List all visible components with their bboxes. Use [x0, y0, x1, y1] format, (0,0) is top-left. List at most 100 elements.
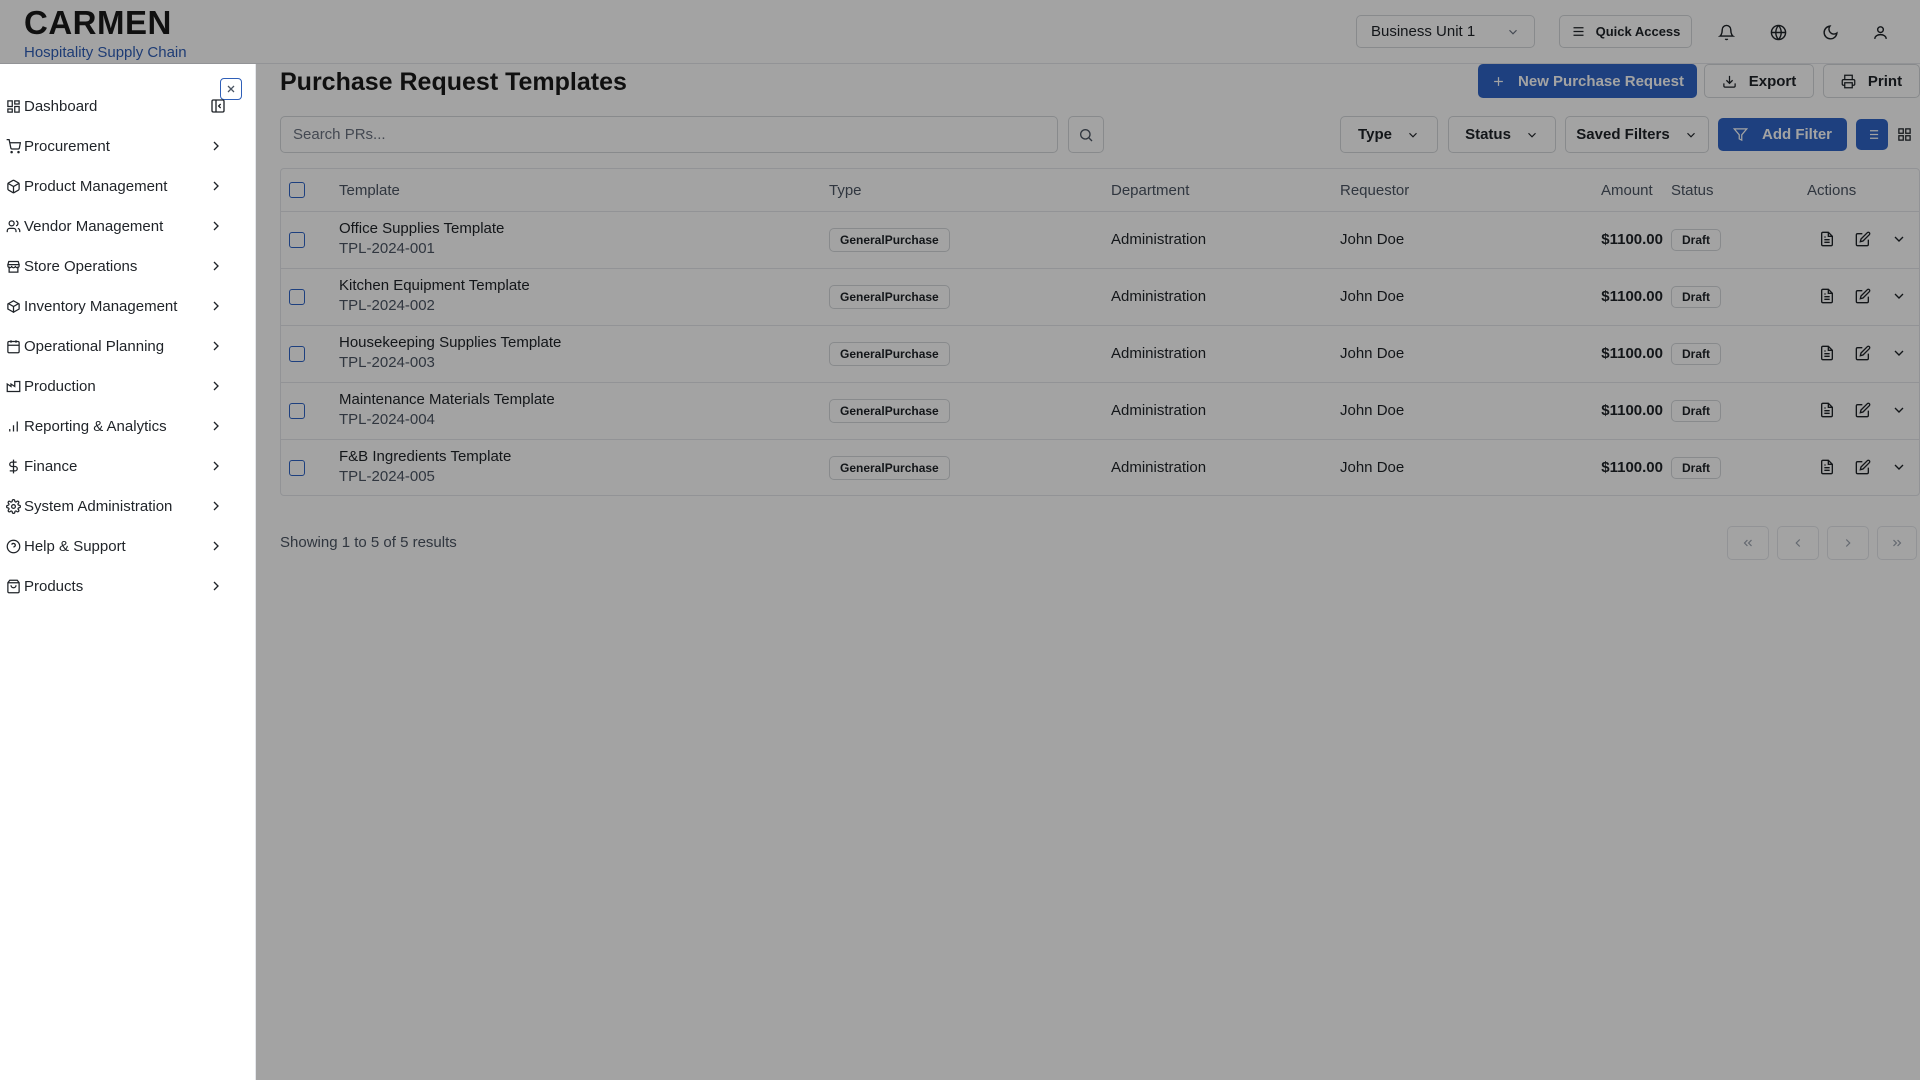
department-cell: Administration — [1111, 402, 1207, 419]
table-row[interactable]: Maintenance Materials Template TPL-2024-0… — [281, 382, 1920, 439]
requestor-cell: John Doe — [1340, 459, 1405, 476]
status-filter-dropdown[interactable]: Status — [1448, 116, 1556, 153]
globe-icon[interactable] — [1762, 16, 1794, 48]
saved-filters-label: Saved Filters — [1576, 126, 1670, 143]
bell-icon[interactable] — [1710, 16, 1742, 48]
sidebar-item-help-support[interactable]: Help & Support — [0, 528, 236, 564]
sidebar-item-production[interactable]: Production — [0, 368, 236, 404]
sidebar-item-label: Operational Planning — [24, 337, 165, 355]
sidebar-item-finance[interactable]: Finance — [0, 448, 236, 484]
sidebar-item-label: Production — [24, 377, 96, 395]
brand[interactable]: CARMEN Hospitality Supply Chain — [24, 6, 187, 62]
calendar-icon — [4, 337, 22, 355]
template-name[interactable]: Housekeeping Supplies Template — [339, 334, 561, 351]
type-filter-dropdown[interactable]: Type — [1340, 116, 1438, 153]
table-row[interactable]: Office Supplies Template TPL-2024-001 Gene… — [281, 211, 1920, 268]
table-row[interactable]: Housekeeping Supplies Template TPL-2024-0… — [281, 325, 1920, 382]
quick-access-button[interactable]: Quick Access — [1559, 15, 1692, 48]
row-checkbox[interactable] — [289, 460, 305, 476]
previous-page-button[interactable] — [1777, 526, 1819, 560]
select-all-checkbox[interactable] — [289, 182, 305, 198]
row-checkbox[interactable] — [289, 289, 305, 305]
chevron-down-icon[interactable] — [1891, 231, 1909, 249]
sidebar-item-inventory-management[interactable]: Inventory Management — [0, 288, 236, 324]
factory-icon — [4, 377, 22, 395]
row-checkbox[interactable] — [289, 232, 305, 248]
main-content: Purchase Request Templates New Purchase … — [256, 64, 1920, 1080]
sidebar-item-label: Finance — [24, 457, 78, 475]
sidebar-item-label: Reporting & Analytics — [24, 417, 167, 435]
column-header-type[interactable]: Type — [829, 169, 862, 211]
chevron-down-icon[interactable] — [1891, 459, 1909, 477]
chevron-right-icon — [208, 178, 224, 194]
sidebar-item-operational-planning[interactable]: Operational Planning — [0, 328, 236, 364]
sidebar-item-procurement[interactable]: Procurement — [0, 128, 236, 164]
sidebar-item-label: Product Management — [24, 177, 168, 195]
view-document-icon[interactable] — [1819, 402, 1837, 420]
view-document-icon[interactable] — [1819, 231, 1837, 249]
store-icon — [4, 257, 22, 275]
template-cell: Kitchen Equipment Template TPL-2024-002 — [339, 277, 530, 314]
column-header-requestor[interactable]: Requestor — [1340, 169, 1409, 211]
chevron-down-icon[interactable] — [1891, 345, 1909, 363]
menu-icon — [1571, 24, 1586, 39]
chevron-down-icon[interactable] — [1891, 288, 1909, 306]
sidebar-item-dashboard[interactable]: Dashboard — [0, 88, 236, 124]
chevron-down-icon[interactable] — [1891, 402, 1909, 420]
sidebar-item-vendor-management[interactable]: Vendor Management — [0, 208, 236, 244]
view-document-icon[interactable] — [1819, 288, 1837, 306]
next-page-button[interactable] — [1827, 526, 1869, 560]
template-cell: Maintenance Materials Template TPL-2024-0… — [339, 391, 555, 428]
business-unit-select[interactable]: Business Unit 1 — [1356, 15, 1535, 48]
row-checkbox[interactable] — [289, 403, 305, 419]
page-title: Purchase Request Templates — [280, 68, 627, 96]
view-document-icon[interactable] — [1819, 459, 1837, 477]
list-view-button[interactable] — [1856, 119, 1888, 150]
sidebar-item-store-operations[interactable]: Store Operations — [0, 248, 236, 284]
table-row[interactable]: F&B Ingredients Template TPL-2024-005 Gene… — [281, 439, 1920, 496]
template-name[interactable]: Maintenance Materials Template — [339, 391, 555, 408]
sidebar-item-products[interactable]: Products — [0, 568, 236, 604]
grid-view-button[interactable] — [1888, 119, 1920, 150]
package-icon — [4, 177, 22, 195]
sidebar-item-product-management[interactable]: Product Management — [0, 168, 236, 204]
new-purchase-request-button[interactable]: New Purchase Request — [1478, 64, 1697, 98]
add-filter-button[interactable]: Add Filter — [1718, 118, 1847, 151]
chevron-right-icon — [1841, 536, 1855, 550]
row-checkbox[interactable] — [289, 346, 305, 362]
template-name[interactable]: F&B Ingredients Template — [339, 448, 511, 465]
edit-icon[interactable] — [1855, 402, 1873, 420]
edit-icon[interactable] — [1855, 231, 1873, 249]
view-document-icon[interactable] — [1819, 345, 1837, 363]
sidebar-item-reporting-analytics[interactable]: Reporting & Analytics — [0, 408, 236, 444]
search-button[interactable] — [1068, 116, 1104, 153]
saved-filters-dropdown[interactable]: Saved Filters — [1565, 116, 1709, 153]
template-name[interactable]: Office Supplies Template — [339, 220, 504, 237]
collapse-sidebar-icon[interactable] — [210, 98, 228, 116]
table-row[interactable]: Kitchen Equipment Template TPL-2024-002 Ge… — [281, 268, 1920, 325]
search-input[interactable]: Search PRs... — [280, 116, 1058, 153]
column-header-amount[interactable]: Amount — [1601, 169, 1653, 211]
edit-icon[interactable] — [1855, 345, 1873, 363]
last-page-button[interactable] — [1877, 526, 1917, 560]
moon-icon[interactable] — [1814, 16, 1846, 48]
sidebar-item-label: Products — [24, 577, 84, 595]
edit-icon[interactable] — [1855, 288, 1873, 306]
template-cell: F&B Ingredients Template TPL-2024-005 — [339, 448, 511, 485]
status-badge: Draft — [1671, 229, 1722, 251]
column-header-actions: Actions — [1807, 181, 1857, 199]
chevron-right-icon — [208, 538, 224, 554]
download-icon — [1722, 74, 1737, 89]
column-header-template[interactable]: Template — [339, 169, 400, 211]
sidebar-item-system-administration[interactable]: System Administration — [0, 488, 236, 524]
chevron-down-icon — [1406, 128, 1420, 142]
first-page-button[interactable] — [1727, 526, 1769, 560]
chevron-right-icon — [208, 458, 224, 474]
user-icon[interactable] — [1864, 16, 1896, 48]
template-name[interactable]: Kitchen Equipment Template — [339, 277, 530, 294]
export-button[interactable]: Export — [1704, 64, 1814, 98]
edit-icon[interactable] — [1855, 459, 1873, 477]
column-header-department[interactable]: Department — [1111, 169, 1189, 211]
column-header-status[interactable]: Status — [1671, 169, 1714, 211]
print-button[interactable]: Print — [1823, 64, 1920, 98]
